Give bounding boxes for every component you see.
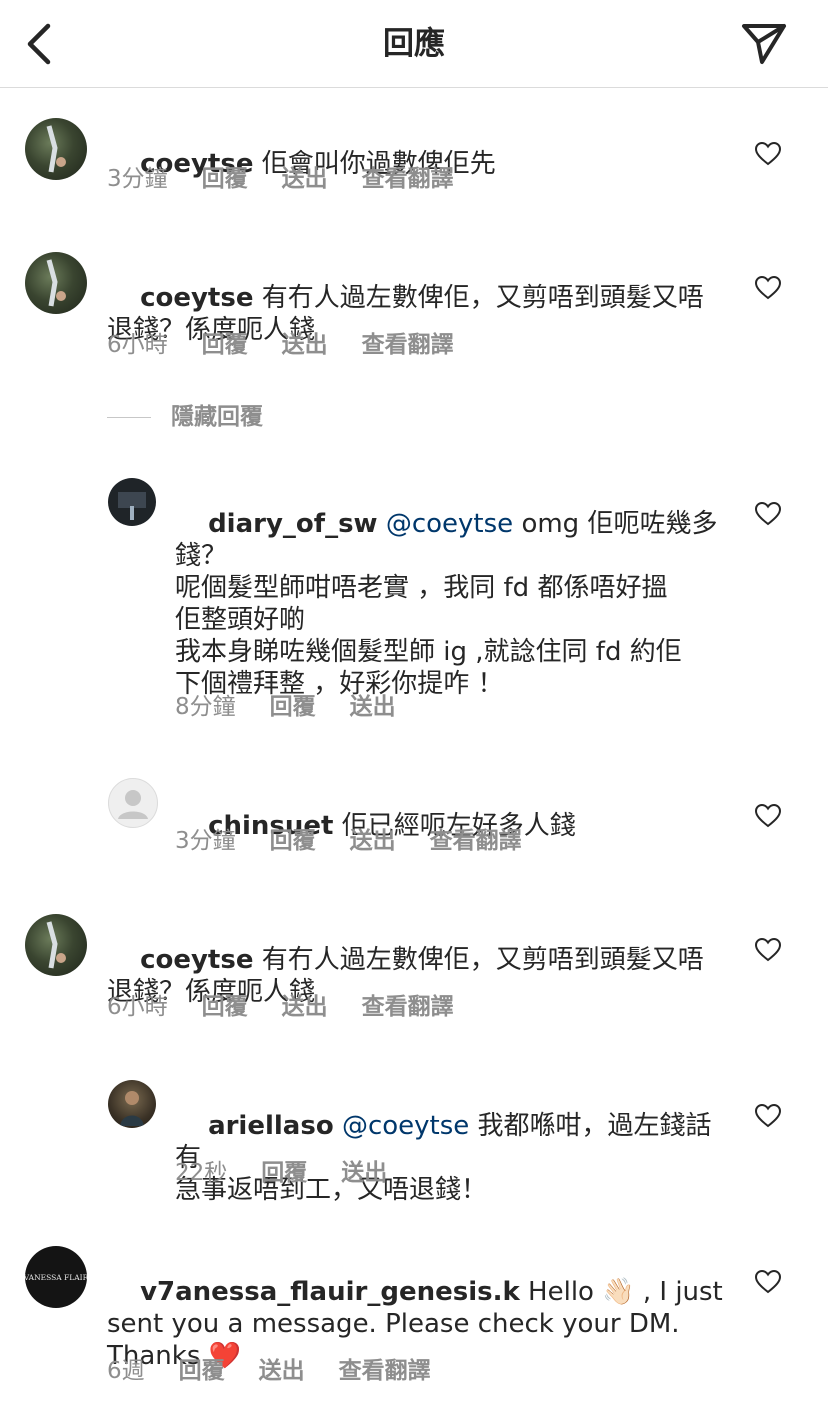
see-translation-button[interactable]: 查看翻譯 — [362, 330, 454, 360]
comment-actions: 8分鐘 回覆 送出 — [175, 692, 430, 722]
username[interactable]: coeytse — [140, 945, 253, 975]
see-translation-button[interactable]: 查看翻譯 — [362, 164, 454, 194]
default-user-icon — [118, 790, 148, 819]
logo-text: VANESSA FLAIR — [25, 1273, 87, 1282]
username[interactable]: coeytse — [140, 283, 253, 313]
comment-actions: 22秒 回覆 送出 — [175, 1158, 421, 1188]
avatar[interactable] — [108, 778, 158, 828]
reply-button[interactable]: 回覆 — [202, 992, 248, 1022]
reply-button[interactable]: 回覆 — [270, 692, 316, 722]
send-button[interactable]: 送出 — [341, 1158, 387, 1188]
avatar[interactable]: VANESSA FLAIR — [25, 1246, 87, 1308]
comment-actions: 6小時 回覆 送出 查看翻譯 — [107, 330, 488, 360]
see-translation-button[interactable]: 查看翻譯 — [430, 826, 522, 856]
send-button[interactable]: 送出 — [350, 826, 396, 856]
mention-link[interactable]: @coeytse — [342, 1111, 469, 1141]
send-button[interactable]: 送出 — [282, 164, 328, 194]
avatar[interactable] — [25, 118, 87, 180]
heart-icon[interactable] — [755, 1104, 781, 1128]
see-translation-button[interactable]: 查看翻譯 — [362, 992, 454, 1022]
dark-photo-icon — [118, 492, 146, 520]
timestamp: 6小時 — [107, 994, 168, 1020]
timestamp: 6小時 — [107, 332, 168, 358]
username[interactable]: diary_of_sw — [208, 509, 378, 539]
username[interactable]: v7anessa_flauir_genesis.k — [140, 1277, 520, 1307]
heart-icon[interactable] — [755, 142, 781, 166]
waterfall-photo-icon — [46, 259, 66, 307]
send-button[interactable]: 送出 — [259, 1356, 305, 1386]
mention-link[interactable]: @coeytse — [386, 509, 513, 539]
heart-icon[interactable] — [755, 804, 781, 828]
comment-actions: 3分鐘 回覆 送出 查看翻譯 — [175, 826, 556, 856]
timestamp: 8分鐘 — [175, 694, 236, 720]
waterfall-photo-icon — [46, 921, 66, 969]
heart-icon[interactable] — [755, 276, 781, 300]
see-translation-button[interactable]: 查看翻譯 — [339, 1356, 431, 1386]
comment-actions: 6小時 回覆 送出 查看翻譯 — [107, 992, 488, 1022]
user-photo-icon — [120, 1091, 144, 1126]
brand-logo-icon: VANESSA FLAIR — [25, 1273, 87, 1282]
reply-button[interactable]: 回覆 — [270, 826, 316, 856]
waterfall-photo-icon — [46, 125, 66, 173]
divider-line — [107, 417, 151, 418]
comment-actions: 6週 回覆 送出 查看翻譯 — [107, 1356, 465, 1386]
avatar[interactable] — [108, 478, 156, 526]
paper-plane-share-icon[interactable] — [740, 20, 788, 66]
heart-icon[interactable] — [755, 1270, 781, 1294]
avatar[interactable] — [25, 252, 87, 314]
heart-icon[interactable] — [755, 502, 781, 526]
username[interactable]: ariellaso — [208, 1111, 334, 1141]
timestamp: 6週 — [107, 1358, 145, 1384]
top-bar: 回應 — [0, 0, 828, 88]
reply-button[interactable]: 回覆 — [261, 1158, 307, 1188]
avatar[interactable] — [108, 1080, 156, 1128]
reply-button[interactable]: 回覆 — [202, 164, 248, 194]
page-title: 回應 — [383, 26, 445, 62]
timestamp: 22秒 — [175, 1160, 228, 1186]
hide-replies-label: 隱藏回覆 — [171, 404, 263, 430]
avatar[interactable] — [25, 914, 87, 976]
send-button[interactable]: 送出 — [350, 692, 396, 722]
reply-button[interactable]: 回覆 — [179, 1356, 225, 1386]
heart-icon[interactable] — [755, 938, 781, 962]
send-button[interactable]: 送出 — [282, 992, 328, 1022]
timestamp: 3分鐘 — [107, 166, 168, 192]
reply-button[interactable]: 回覆 — [202, 330, 248, 360]
timestamp: 3分鐘 — [175, 828, 236, 854]
comment-actions: 3分鐘 回覆 送出 查看翻譯 — [107, 164, 488, 194]
send-button[interactable]: 送出 — [282, 330, 328, 360]
